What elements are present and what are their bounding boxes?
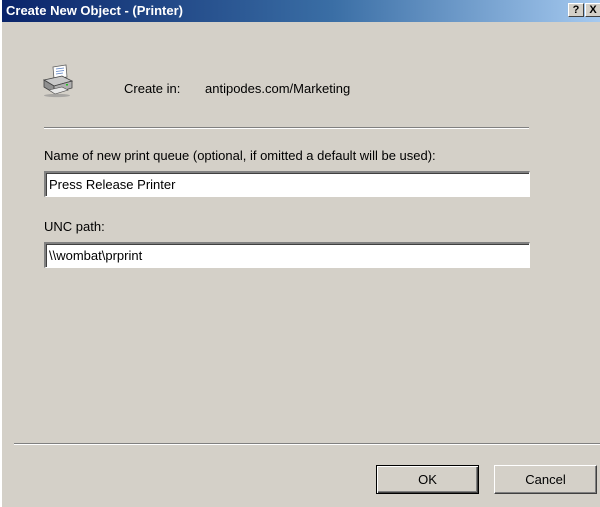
window-title: Create New Object - (Printer) (6, 3, 183, 18)
unc-path-label: UNC path: (44, 219, 105, 234)
queue-name-label: Name of new print queue (optional, if om… (44, 148, 436, 163)
queue-name-input[interactable] (44, 171, 530, 197)
printer-icon (42, 64, 74, 98)
help-button[interactable]: ? (568, 3, 584, 17)
bottom-separator (14, 443, 600, 445)
unc-path-input[interactable] (44, 242, 530, 268)
close-button[interactable]: X (585, 3, 600, 17)
separator (44, 127, 529, 129)
ok-button[interactable]: OK (376, 465, 479, 494)
title-bar[interactable]: Create New Object - (Printer) ? X (2, 0, 600, 22)
cancel-button[interactable]: Cancel (494, 465, 597, 494)
create-in-label: Create in: (124, 81, 181, 96)
create-in-path: antipodes.com/Marketing (205, 81, 351, 96)
create-printer-dialog: Create New Object - (Printer) ? X Create… (0, 0, 600, 507)
